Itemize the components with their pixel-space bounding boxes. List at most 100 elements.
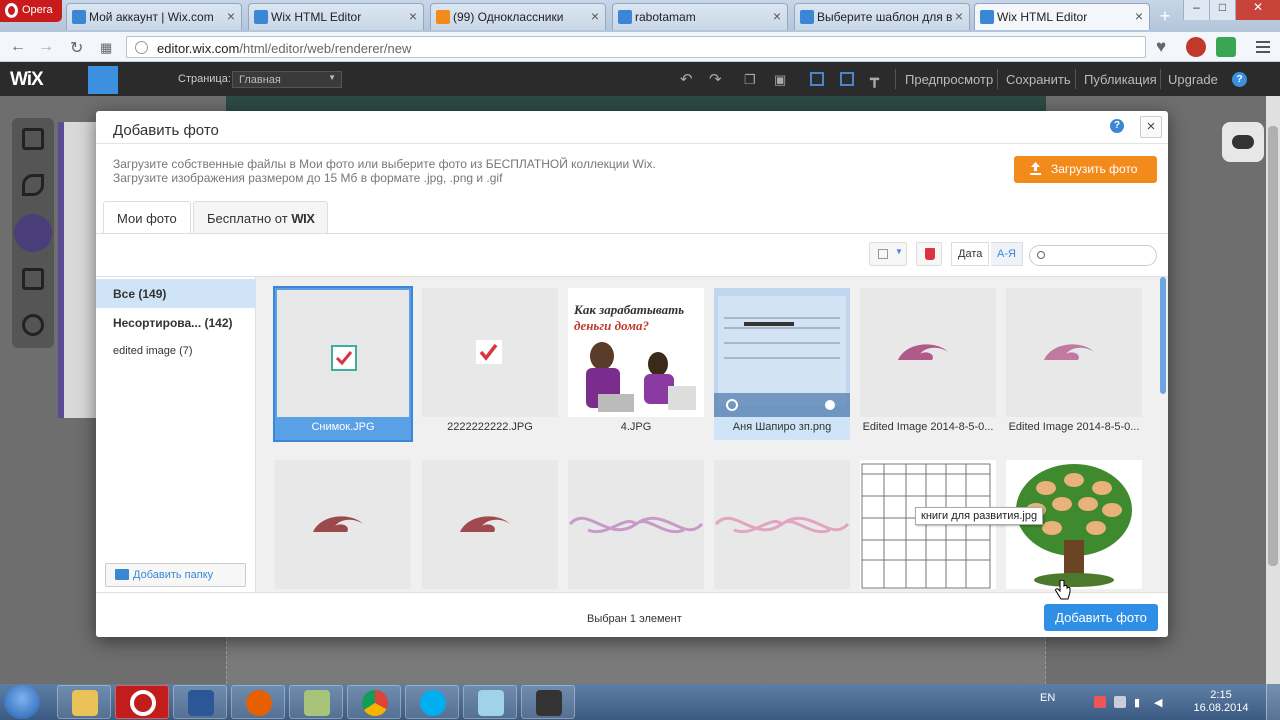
folder-all[interactable]: Все (149) [96, 279, 256, 308]
page-scrollbar[interactable] [1266, 96, 1280, 684]
site-info-icon[interactable] [135, 41, 148, 54]
taskbar-word[interactable] [173, 685, 227, 719]
image-thumb[interactable]: Как зарабатывать деньги дома? 4.JPG [568, 288, 704, 440]
add-element-icon[interactable] [14, 214, 52, 252]
maximize-icon[interactable]: □ [1209, 0, 1235, 20]
image-thumb-hover[interactable]: Аня Шапиро зп.png [714, 288, 850, 440]
battery-icon[interactable] [1114, 696, 1126, 708]
paste-icon[interactable]: ▣ [774, 72, 786, 88]
browser-menu-icon[interactable] [1256, 41, 1270, 56]
checkbox-checked-icon [331, 345, 357, 371]
red-checkmark-icon [476, 340, 502, 364]
grid-scrollbar[interactable] [1158, 277, 1168, 593]
sort-az-button[interactable]: А-Я [991, 242, 1023, 266]
folder-edited-image[interactable]: edited image (7) [96, 337, 256, 366]
save-link[interactable]: Сохранить [1006, 72, 1071, 87]
upgrade-link[interactable]: Upgrade [1168, 72, 1218, 87]
browser-tab[interactable]: (99) Одноклассники × [430, 3, 606, 30]
language-indicator[interactable]: EN [1040, 692, 1055, 704]
app-market-icon[interactable] [22, 268, 44, 290]
image-thumb[interactable] [275, 460, 411, 593]
image-thumb[interactable]: Edited Image 2014-8-5-0... [860, 288, 996, 440]
taskbar-firefox[interactable] [231, 685, 285, 719]
start-button[interactable] [4, 685, 40, 719]
taskbar-opera[interactable] [115, 685, 169, 719]
tab-close-icon[interactable]: × [227, 8, 235, 24]
close-button[interactable]: × [1140, 116, 1162, 138]
add-photo-button[interactable]: Добавить фото [1044, 604, 1158, 631]
pages-icon[interactable] [22, 128, 44, 150]
scroll-thumb[interactable] [1160, 277, 1166, 394]
tab-free-wix[interactable]: Бесплатно от WIX [193, 201, 329, 234]
tab-my-photos[interactable]: Мои фото [103, 201, 191, 234]
browser-tab[interactable]: Wix HTML Editor × [248, 3, 424, 30]
adblock-extension-icon[interactable] [1186, 37, 1206, 57]
show-desktop-button[interactable] [1266, 684, 1280, 720]
image-thumb-selected[interactable]: Снимок.JPG [273, 286, 413, 442]
taskbar-camera[interactable] [521, 685, 575, 719]
url-field[interactable]: editor.wix.com/html/editor/web/renderer/… [126, 36, 1146, 58]
tab-close-icon[interactable]: × [591, 8, 599, 24]
search-input[interactable] [1029, 245, 1157, 266]
reload-icon[interactable]: ↻ [70, 38, 83, 58]
image-thumb[interactable] [860, 460, 996, 593]
upload-photo-button[interactable]: Загрузить фото [1014, 156, 1157, 183]
chat-button[interactable] [1222, 122, 1264, 162]
signal-icon[interactable]: ▮ [1134, 696, 1146, 709]
help-icon[interactable]: ? [1232, 72, 1247, 87]
taskbar-chrome[interactable] [347, 685, 401, 719]
speed-dial-icon[interactable]: ▦ [100, 40, 112, 56]
publish-link[interactable]: Публикация [1084, 72, 1157, 87]
image-thumb[interactable] [714, 460, 850, 593]
taskbar-explorer[interactable] [57, 685, 111, 719]
tab-label: Бесплатно от [207, 211, 288, 226]
snap-icon[interactable] [810, 72, 824, 86]
ruler-icon[interactable]: ┳ [870, 70, 879, 88]
undo-icon[interactable]: ↶ [680, 70, 693, 88]
page-select[interactable]: Главная ▼ [232, 71, 342, 88]
browser-tab[interactable]: rabotamam × [612, 3, 788, 30]
network-warning-icon[interactable] [1094, 696, 1106, 708]
arrange-icon[interactable] [840, 72, 854, 86]
folder-unsorted[interactable]: Несортирова... (142) [96, 308, 256, 337]
taskbar-skype[interactable] [405, 685, 459, 719]
preview-link[interactable]: Предпросмотр [905, 72, 993, 87]
mobile-view-icon[interactable] [120, 66, 150, 94]
tab-close-icon[interactable]: × [773, 8, 781, 24]
image-thumb[interactable] [1006, 460, 1142, 593]
desktop-view-icon[interactable] [88, 66, 118, 94]
image-thumb[interactable] [422, 460, 558, 593]
tab-close-icon[interactable]: × [955, 8, 963, 24]
design-brush-icon[interactable] [22, 174, 44, 196]
extension-icon[interactable] [1216, 37, 1236, 57]
browser-tab-active[interactable]: Wix HTML Editor × [974, 3, 1150, 30]
thumb-image [277, 290, 409, 417]
help-icon[interactable]: ? [1110, 119, 1124, 133]
clock[interactable]: 2:15 16.08.2014 [1186, 689, 1256, 715]
redo-icon[interactable]: ↷ [709, 70, 722, 88]
heart-icon[interactable]: ♥ [1156, 37, 1166, 57]
back-icon[interactable]: ← [10, 38, 26, 56]
close-window-icon[interactable]: ✕ [1235, 0, 1280, 20]
new-tab-icon[interactable]: + [1156, 6, 1174, 27]
browser-tab[interactable]: Мой аккаунт | Wix.com × [66, 3, 242, 30]
delete-button[interactable] [916, 242, 942, 266]
browser-tab[interactable]: Выберите шаблон для в × [794, 3, 970, 30]
trash-icon [925, 248, 935, 260]
image-thumb[interactable]: Edited Image 2014-8-5-0... [1006, 288, 1142, 440]
opera-menu-button[interactable]: Opera [0, 0, 62, 22]
tab-close-icon[interactable]: × [409, 8, 417, 24]
taskbar-notes[interactable] [289, 685, 343, 719]
settings-gear-icon[interactable] [22, 314, 44, 336]
minimize-icon[interactable]: – [1183, 0, 1209, 20]
tab-close-icon[interactable]: × [1135, 8, 1143, 24]
image-thumb[interactable] [568, 460, 704, 593]
image-thumb[interactable]: 2222222222.JPG [422, 288, 558, 440]
volume-icon[interactable]: ◀ [1154, 696, 1166, 709]
add-folder-button[interactable]: Добавить папку [105, 563, 246, 587]
taskbar-app[interactable] [463, 685, 517, 719]
forward-icon[interactable]: → [38, 38, 54, 56]
select-all-dropdown[interactable]: ▼ [869, 242, 907, 266]
sort-by-date-button[interactable]: Дата [951, 242, 990, 266]
copy-icon[interactable]: ❐ [744, 72, 756, 88]
